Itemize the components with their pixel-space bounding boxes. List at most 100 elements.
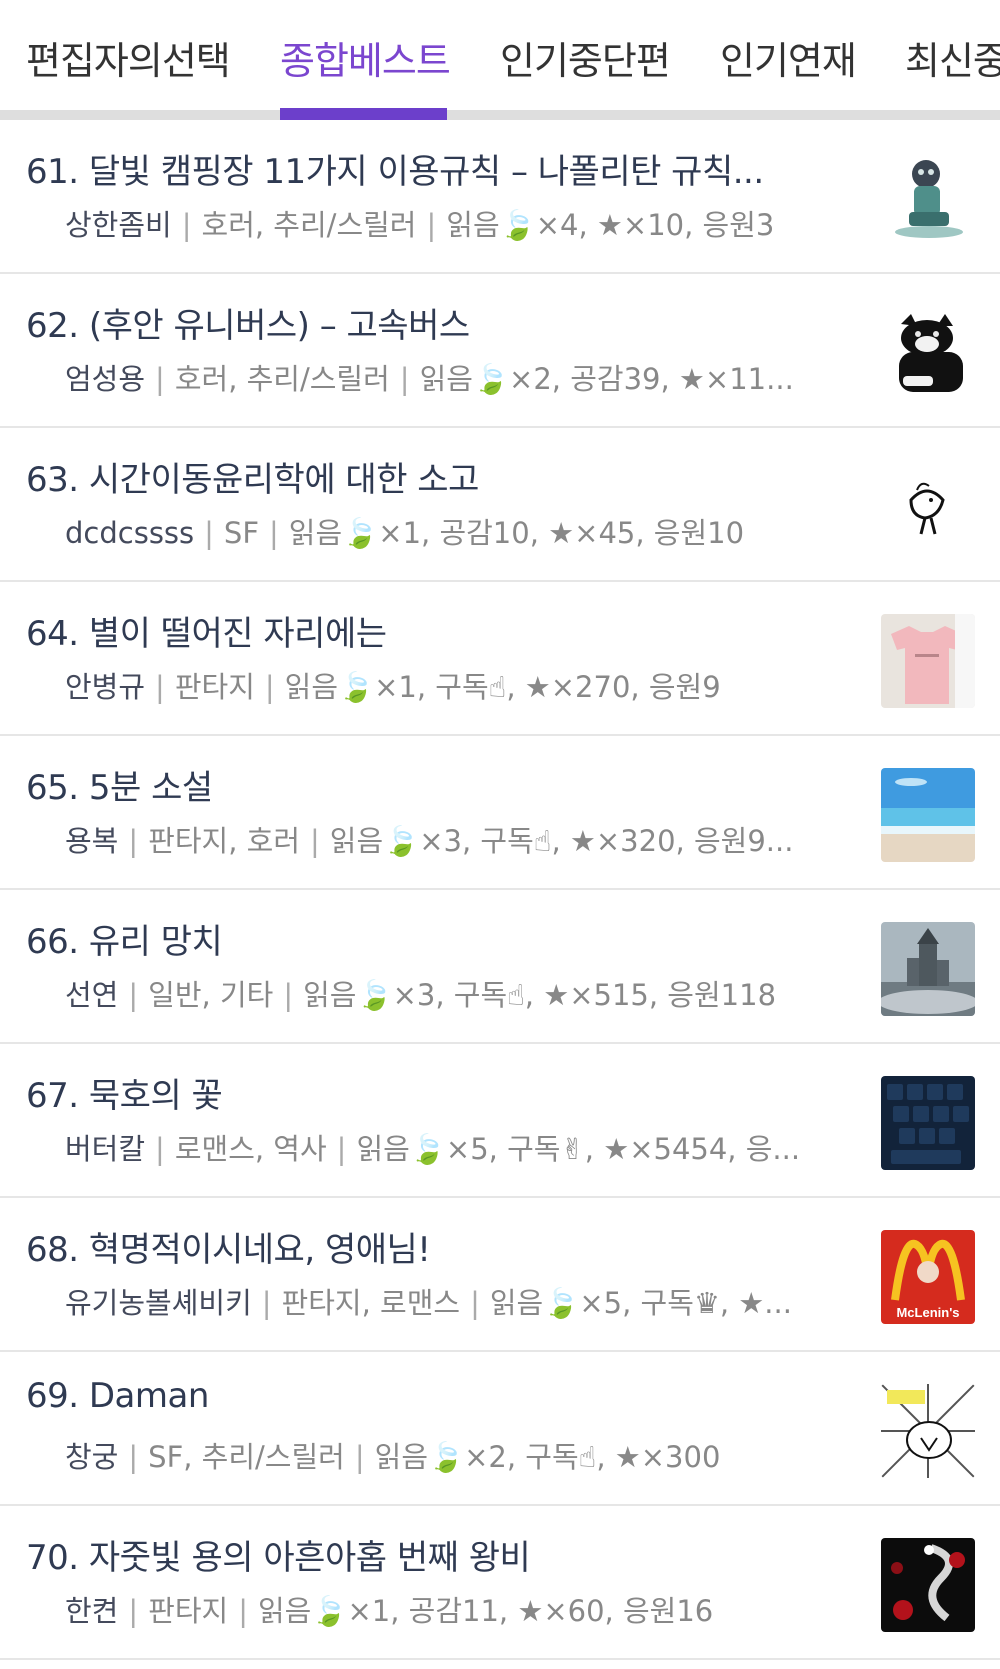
tab-popular-short[interactable]: 인기중단편 [500,30,671,85]
author-name[interactable]: 용복 [65,824,118,858]
tab-editors-choice[interactable]: 편집자의선택 [26,30,231,85]
list-item[interactable]: 65. 5분 소설 용복 | 판타지, 호러 | 읽음🍃×3, 구독☝, ★×320, … [0,736,1000,890]
stats: 읽음🍃×5, 구독✌, ★×5454, 응... [356,1132,801,1166]
tab-popular-serial[interactable]: 인기연재 [720,30,857,85]
genre: 판타지, 로맨스 [281,1286,461,1320]
list-item[interactable]: 61. 달빛 캠핑장 11가지 이용규칙 – 나폴리탄 규칙... 상한좀비 | 호… [0,120,1000,274]
zombie-figure-image [881,152,975,246]
genre: 로맨스, 역사 [174,1132,327,1166]
list-item[interactable]: 64. 별이 떨어진 자리에는 안병규 | 판타지 | 읽음🍃×1, 구독☝, ★×27… [0,582,1000,736]
active-tab-indicator [280,108,447,120]
list-item[interactable]: 63. 시간이동윤리학에 대한 소고 dcdcssss | SF | 읽음🍃×1, 공감… [0,428,1000,582]
separator: | [128,824,139,858]
separator: | [283,978,294,1012]
story-meta: 선연 | 일반, 기타 | 읽음🍃×3, 구독☝, ★×515, 응원118 [65,972,815,1014]
story-meta: 버터칼 | 로맨스, 역사 | 읽음🍃×5, 구독✌, ★×5454, 응... [65,1126,815,1168]
list-item[interactable]: 69. Daman 창궁 | SF, 추리/스릴러 | 읽음🍃×2, 구독☝, ★×30… [0,1352,1000,1506]
story-meta: 유기농볼셰비키 | 판타지, 로맨스 | 읽음🍃×5, 구독♛, ★... [65,1280,815,1322]
author-name[interactable]: 유기농볼셰비키 [65,1286,252,1320]
author-name[interactable]: 상한좀비 [65,208,172,242]
thumbnail-image[interactable] [881,768,975,862]
tab-track [0,110,1000,120]
author-name[interactable]: 버터칼 [65,1132,145,1166]
separator: | [128,978,139,1012]
story-title[interactable]: 69. Daman [26,1376,826,1416]
thumbnail-image[interactable]: McLenin's [881,1230,975,1324]
separator: | [155,362,165,396]
author-name[interactable]: 안병규 [65,670,145,704]
stats: 읽음🍃×1, 공감11, ★×60, 응원16 [257,1594,714,1628]
dragon-roses-image [881,1538,975,1632]
genre: 판타지 [174,670,255,704]
category-tabs: 편집자의선택 종합베스트 인기중단편 인기연재 최신중 [0,0,1000,120]
thumbnail-image[interactable] [881,922,975,1016]
stats: 읽음🍃×1, 구독☝, ★×270, 응원9 [284,670,721,704]
separator: | [470,1286,480,1320]
author-name[interactable]: 엄성용 [65,362,145,396]
stats: 읽음🍃×2, 구독☝, ★×300 [374,1440,721,1474]
mclenins-logo-image: McLenin's [881,1230,975,1324]
tab-overall-best[interactable]: 종합베스트 [280,30,451,85]
genre: SF [223,516,260,550]
separator: | [310,824,320,858]
comic-burst-image [881,1384,975,1478]
thumbnail-image[interactable] [881,1384,975,1478]
story-title[interactable]: 68. 혁명적이시네요, 영애님! [26,1222,826,1271]
author-name[interactable]: dcdcssss [65,516,194,550]
pink-shirt-image [881,614,975,708]
tab-latest[interactable]: 최신중 [905,30,1000,85]
stats: 읽음🍃×2, 공감39, ★×11... [419,362,794,396]
story-meta: 창궁 | SF, 추리/스릴러 | 읽음🍃×2, 구독☝, ★×300 [65,1434,815,1476]
story-list: 61. 달빛 캠핑장 11가지 이용규칙 – 나폴리탄 규칙... 상한좀비 | 호… [0,120,1000,1660]
thumbnail-image[interactable] [881,306,975,400]
genre: 호러, 추리/스릴러 [201,208,417,242]
story-title[interactable]: 66. 유리 망치 [26,914,826,963]
thumbnail-logo-text: McLenin's [896,1305,959,1320]
separator: | [181,208,192,242]
story-title[interactable]: 70. 자줏빛 용의 아흔아홉 번째 왕비 [26,1530,826,1579]
thumbnail-image[interactable] [881,460,975,554]
list-item[interactable]: 66. 유리 망치 선연 | 일반, 기타 | 읽음🍃×3, 구독☝, ★×515, 응… [0,890,1000,1044]
stats: 읽음🍃×3, 구독☝, ★×320, 응원9... [329,824,794,858]
genre: 판타지 [148,1594,229,1628]
genre: 호러, 추리/스릴러 [174,362,390,396]
story-title[interactable]: 65. 5분 소설 [26,760,826,809]
story-meta: 상한좀비 | 호러, 추리/스릴러 | 읽음🍃×4, ★×10, 응원3 [65,202,815,244]
list-item[interactable]: 68. 혁명적이시네요, 영애님! 유기농볼셰비키 | 판타지, 로맨스 | 읽음🍃×5… [0,1198,1000,1352]
thumbnail-image[interactable] [881,152,975,246]
story-title[interactable]: 63. 시간이동윤리학에 대한 소고 [26,452,826,501]
story-meta: 엄성용 | 호러, 추리/스릴러 | 읽음🍃×2, 공감39, ★×11... [65,356,815,398]
author-name[interactable]: 선연 [65,978,118,1012]
separator: | [155,1132,165,1166]
story-title[interactable]: 67. 묵호의 꽃 [26,1068,826,1117]
separator: | [238,1594,248,1628]
author-name[interactable]: 한켠 [65,1594,118,1628]
genre: 판타지, 호러 [148,824,300,858]
story-meta: dcdcssss | SF | 읽음🍃×1, 공감10, ★×45, 응원10 [65,510,815,552]
story-meta: 용복 | 판타지, 호러 | 읽음🍃×3, 구독☝, ★×320, 응원9... [65,818,815,860]
separator: | [204,516,214,550]
separator: | [354,1440,365,1474]
genre: 일반, 기타 [148,978,274,1012]
stats: 읽음🍃×3, 구독☝, ★×515, 응원118 [303,978,777,1012]
thumbnail-image[interactable] [881,1538,975,1632]
story-title[interactable]: 61. 달빛 캠핑장 11가지 이용규칙 – 나폴리탄 규칙... [26,144,826,193]
stats: 읽음🍃×4, ★×10, 응원3 [446,208,775,242]
story-title[interactable]: 64. 별이 떨어진 자리에는 [26,606,826,655]
separator: | [261,1286,272,1320]
author-name[interactable]: 창궁 [65,1440,118,1474]
list-item[interactable]: 67. 묵호의 꽃 버터칼 | 로맨스, 역사 | 읽음🍃×5, 구독✌, ★×5454… [0,1044,1000,1198]
stats: 읽음🍃×5, 구독♛, ★... [489,1286,792,1320]
story-title[interactable]: 62. (후안 유니버스) – 고속버스 [26,298,826,347]
separator: | [264,670,275,704]
separator: | [336,1132,347,1166]
separator: | [155,670,165,704]
thumbnail-image[interactable] [881,614,975,708]
black-cat-image [881,306,975,400]
list-item[interactable]: 62. (후안 유니버스) – 고속버스 엄성용 | 호러, 추리/스릴러 | 읽음🍃×… [0,274,1000,428]
list-item[interactable]: 70. 자줏빛 용의 아흔아홉 번째 왕비 한켠 | 판타지 | 읽음🍃×1, 공감11… [0,1506,1000,1660]
bird-doodle-image [881,460,975,554]
castle-image [881,922,975,1016]
separator: | [399,362,410,396]
thumbnail-image[interactable] [881,1076,975,1170]
